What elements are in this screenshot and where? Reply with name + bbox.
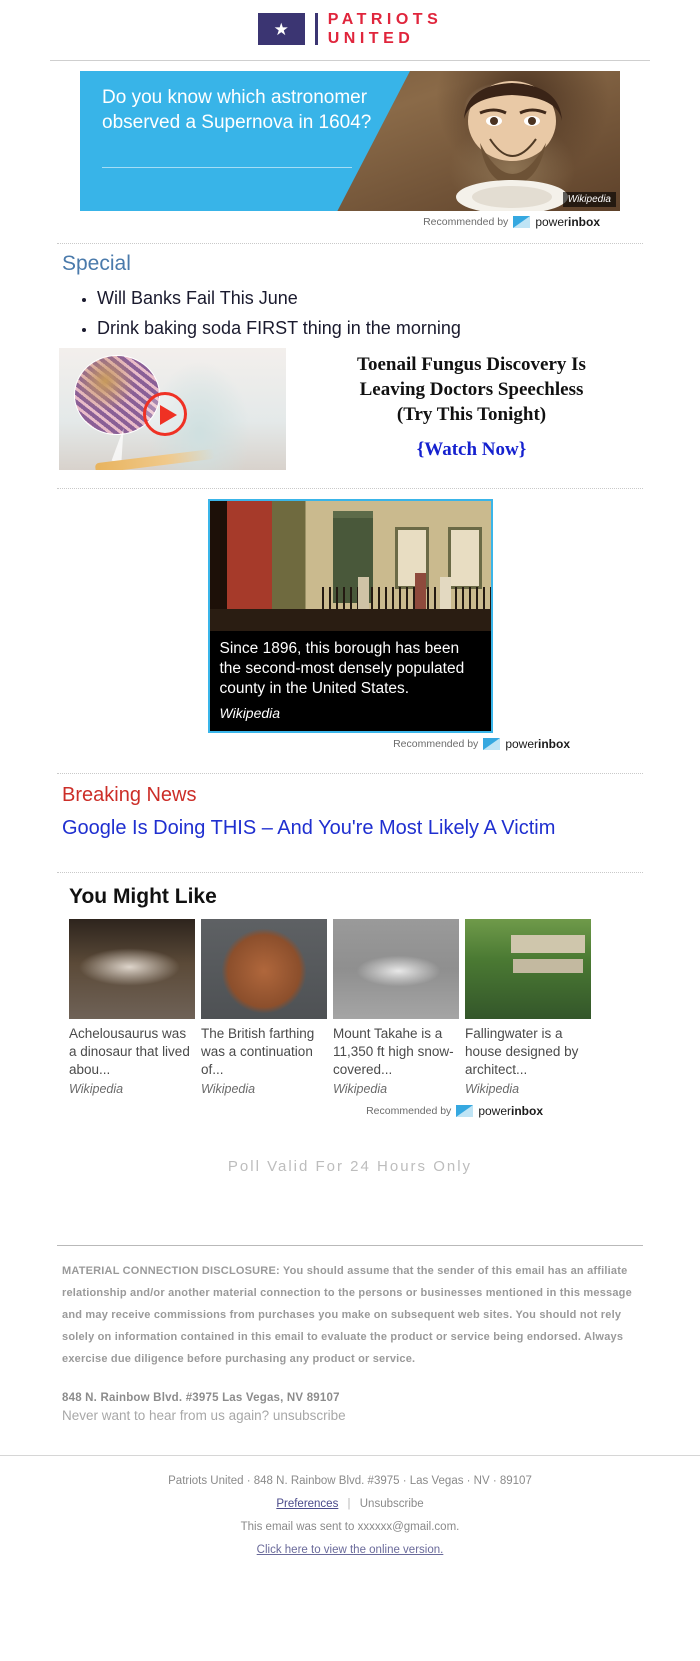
photo-fence [321,587,491,609]
powerinbox-envelope-icon [456,1105,474,1117]
unsubscribe-prompt[interactable]: Never want to hear from us again? unsubs… [0,1404,700,1423]
email-footer: Patriots United · 848 N. Rainbow Blvd. #… [0,1456,700,1580]
special-divider [57,243,643,244]
special-section: Special Will Banks Fail This June Drink … [0,252,700,470]
ad-headline-line2: Leaving Doctors Speechless [359,379,584,400]
brand-name-line1: PATRIOTS [327,11,443,28]
wiki-card-source: Wikipedia [219,705,281,721]
material-connection-disclosure: MATERIAL CONNECTION DISCLOSURE: You shou… [62,1265,632,1365]
brand-logo[interactable]: ★ PATRIOTS UNITED [257,10,443,48]
powerinbox-brand: powerinbox [478,1104,543,1118]
card-source: Wikipedia [201,1082,256,1096]
special-heading: Special [62,252,131,275]
mailing-address: 848 N. Rainbow Blvd. #3975 Las Vegas, NV… [62,1392,340,1404]
powerinbox-brand: powerinbox [535,215,600,229]
list-item[interactable]: The British farthing was a continuation … [201,919,327,1096]
list-item[interactable]: Fallingwater is a house designed by arch… [465,919,591,1096]
wiki-card-caption: Since 1896, this borough has been the se… [209,631,491,731]
footer-sent-to: This email was sent to xxxxxx@gmail.com. [240,1521,460,1533]
hero-banner[interactable]: Do you know which astronomer observed a … [80,71,620,211]
photo-person [439,577,451,611]
you-might-like-heading: You Might Like [69,885,217,908]
card-thumbnail[interactable] [201,919,327,1019]
preferences-link[interactable]: Preferences [276,1498,338,1510]
online-version-link[interactable]: Click here to view the online version. [257,1544,444,1556]
photo-sidewalk [209,609,491,631]
attribution-prefix: Recommended by [366,1105,452,1117]
special-item-label: Will Banks Fail This June [97,288,298,308]
hero-portrait-illustration [456,81,568,211]
watch-now-link[interactable]: {Watch Now} [300,439,643,461]
disclosure-divider [57,1245,643,1246]
card-title: Achelousaurus was a dinosaur that lived … [69,1026,190,1077]
photo-person [358,577,370,611]
card-thumbnail[interactable] [333,919,459,1019]
ad-headline-line1: Toenail Fungus Discovery Is [357,354,586,375]
card-title: Mount Takahe is a 11,350 ft high snow-co… [333,1026,454,1077]
attribution-prefix: Recommended by [393,738,479,750]
photo-window [448,527,483,589]
card-title: Fallingwater is a house designed by arch… [465,1026,579,1077]
special-item-label: Drink baking soda FIRST thing in the mor… [97,318,461,338]
card-thumbnail[interactable] [69,919,195,1019]
list-item[interactable]: Achelousaurus was a dinosaur that lived … [69,919,195,1096]
email-header: ★ PATRIOTS UNITED [0,0,700,60]
wikipedia-fact-card[interactable]: Since 1896, this borough has been the se… [207,499,493,733]
card-source: Wikipedia [69,1082,124,1096]
brownstone-photo [209,501,491,631]
hero-question: Do you know which astronomer observed a … [102,87,372,133]
hero-section: Do you know which astronomer observed a … [0,61,700,229]
logo-divider [314,13,318,45]
list-item[interactable]: Mount Takahe is a 11,350 ft high snow-co… [333,919,459,1096]
toenail-fungus-ad[interactable]: Toenail Fungus Discovery Is Leaving Doct… [59,348,643,470]
hero-underline [102,167,352,168]
footer-identity: Patriots United · 848 N. Rainbow Blvd. #… [168,1475,532,1487]
breaking-news-divider [57,773,643,774]
brand-name-line2: UNITED [327,30,415,47]
special-item-list: Will Banks Fail This June Drink baking s… [57,286,643,470]
you-might-like-divider [57,872,643,873]
recommendation-card-list: Achelousaurus was a dinosaur that lived … [57,919,643,1096]
powerinbox-envelope-icon [513,216,531,228]
special-section-wrap: Special Will Banks Fail This June Drink … [0,229,700,470]
you-might-like-section: You Might Like Achelousaurus was a dinos… [0,885,700,1118]
breaking-news-heading: Breaking News [62,784,197,806]
brand-name: PATRIOTS UNITED [328,10,443,48]
poll-validity-notice: Poll Valid For 24 Hours Only [227,1158,473,1175]
wiki-card-text: Since 1896, this borough has been the se… [219,640,465,697]
ad-headline-line3: (Try This Tonight) [396,404,547,425]
powerinbox-attribution[interactable]: Recommended by powerinbox [57,1096,643,1118]
breaking-news-wrap: Breaking News Google Is Doing THIS – And… [0,751,700,842]
star-glyph: ★ [273,19,289,39]
ad-headline: Toenail Fungus Discovery Is Leaving Doct… [300,352,643,427]
unsubscribe-link[interactable]: Unsubscribe [360,1498,424,1510]
hero-source-credit: Wikipedia [562,192,616,207]
powerinbox-envelope-icon [483,738,501,750]
attribution-prefix: Recommended by [423,216,509,228]
breaking-news-section: Breaking News Google Is Doing THIS – And… [0,784,700,842]
card-source: Wikipedia [465,1082,520,1096]
powerinbox-brand: powerinbox [505,737,570,751]
list-item-advertisement: Toenail Fungus Discovery Is Leaving Doct… [59,348,643,470]
photo-person [414,573,426,611]
breaking-news-link[interactable]: Google Is Doing THIS – And You're Most L… [62,815,602,842]
card-source: Wikipedia [333,1082,388,1096]
card-thumbnail[interactable] [465,919,591,1019]
footer-links: Preferences | Unsubscribe [0,1493,700,1516]
list-item[interactable]: Will Banks Fail This June [97,286,643,310]
card-title: The British farthing was a continuation … [201,1026,315,1077]
you-might-like-wrap: You Might Like Achelousaurus was a dinos… [0,846,700,1118]
email-body: ★ PATRIOTS UNITED Do you know which astr… [0,0,700,1580]
ad-copy: Toenail Fungus Discovery Is Leaving Doct… [300,348,643,461]
flag-star-icon: ★ [257,13,305,45]
ad-thumbnail[interactable] [59,348,286,470]
footer-link-separator: | [347,1498,351,1510]
powerinbox-attribution[interactable]: Recommended by powerinbox [0,733,700,751]
list-item[interactable]: Drink baking soda FIRST thing in the mor… [97,316,643,340]
powerinbox-attribution[interactable]: Recommended by powerinbox [0,211,700,229]
play-button-icon[interactable] [143,392,187,436]
wiki-card-section: Since 1896, this borough has been the se… [0,476,700,751]
